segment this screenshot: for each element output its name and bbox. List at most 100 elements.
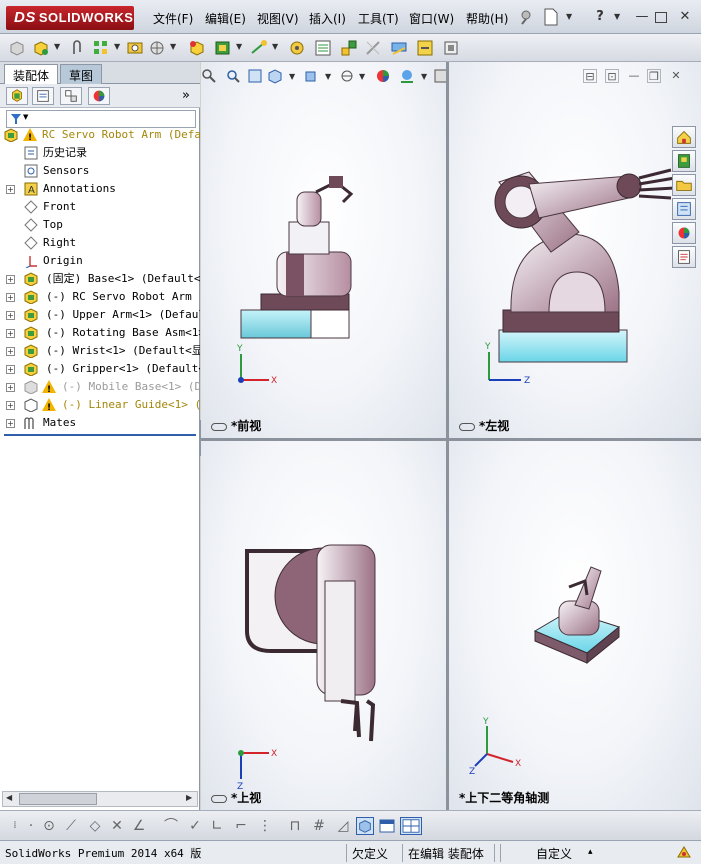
chevron-down-icon[interactable]: ▼ — [236, 42, 242, 51]
tree-item-origin[interactable]: Origin — [0, 252, 200, 270]
tree-item-linear-guide[interactable]: + (-) Linear Guide<1> (De — [0, 396, 200, 414]
previous-view-icon[interactable] — [247, 68, 263, 84]
expand-icon[interactable]: + — [6, 419, 15, 428]
chevron-down-icon[interactable]: ▼ — [421, 72, 427, 81]
new-document-icon[interactable] — [544, 8, 558, 26]
viewport-top[interactable]: Z X *上视 — [201, 441, 446, 810]
tree-item-upper-arm[interactable]: + (-) Upper Arm<1> (Default< — [0, 306, 200, 324]
restore-viewport-button[interactable]: ❐ — [647, 69, 661, 83]
link-views-icon[interactable]: ⊟ — [583, 69, 597, 83]
expand-icon[interactable]: + — [6, 383, 15, 392]
menu-window[interactable]: 窗口(W) — [409, 10, 454, 27]
check-icon[interactable]: ✓ — [186, 817, 204, 835]
expand-icon[interactable]: + — [6, 185, 15, 194]
rollback-bar[interactable] — [4, 434, 196, 436]
corner-icon[interactable]: ∟ — [208, 817, 226, 835]
display-manager-icon[interactable] — [88, 87, 110, 105]
horizontal-scrollbar[interactable]: ◀ ▶ — [2, 791, 198, 807]
expand-icon[interactable]: + — [6, 347, 15, 356]
viewport-front[interactable]: ▼ ▼ ▼ ▼ Y X *前视 — [201, 62, 446, 438]
exploded-view-icon[interactable] — [340, 39, 358, 57]
insert-component-icon[interactable] — [32, 39, 50, 57]
four-view-layout-icon[interactable] — [400, 817, 422, 835]
chevron-down-icon[interactable]: ▼ — [289, 72, 295, 81]
grid-icon[interactable]: # — [310, 817, 328, 835]
close-viewport-button[interactable]: ✕ — [669, 69, 683, 83]
tree-item-annotations[interactable]: + A Annotations — [0, 180, 200, 198]
smart-dimension-icon[interactable]: ⊓ — [286, 817, 304, 835]
tree-item-top[interactable]: Top — [0, 216, 200, 234]
clearance-verification-icon[interactable] — [416, 39, 434, 57]
expand-icon[interactable]: + — [6, 365, 15, 374]
new-motion-study-icon[interactable] — [288, 39, 306, 57]
link-views-icon[interactable] — [211, 422, 227, 431]
explode-line-sketch-icon[interactable] — [364, 39, 382, 57]
more-tabs-icon[interactable]: » — [182, 88, 190, 103]
status-units[interactable]: 自定义 — [536, 845, 572, 862]
tree-item-rotating-base[interactable]: + (-) Rotating Base Asm<1> ( — [0, 324, 200, 342]
menu-help[interactable]: 帮助(H) — [466, 10, 508, 27]
angle-icon[interactable]: ∠ — [130, 817, 148, 835]
configuration-manager-icon[interactable] — [60, 87, 82, 105]
chevron-down-icon[interactable]: ▼ — [23, 113, 28, 121]
slope-icon[interactable]: ◿ — [334, 817, 352, 835]
menu-tools[interactable]: 工具(T) — [358, 10, 399, 27]
units-arrow-icon[interactable]: ▴ — [588, 847, 593, 857]
chevron-down-icon[interactable]: ▼ — [325, 72, 331, 81]
filter-icon[interactable] — [10, 113, 22, 125]
tree-item-rc-servo[interactable]: + (-) RC Servo Robot Arm - A — [0, 288, 200, 306]
trim-icon[interactable]: ✕ — [108, 817, 126, 835]
assembly-features-icon[interactable] — [214, 39, 232, 57]
scroll-thumb[interactable] — [19, 793, 97, 805]
feature-manager-icon[interactable] — [6, 87, 28, 105]
show-hidden-icon[interactable] — [188, 39, 206, 57]
point-icon[interactable]: · — [22, 817, 40, 835]
chevron-down-icon[interactable]: ▼ — [272, 42, 278, 51]
tree-item-right[interactable]: Right — [0, 234, 200, 252]
solidworks-logo[interactable]: DS SOLIDWORKS — [6, 6, 134, 30]
home-icon[interactable] — [672, 126, 696, 148]
zoom-area-icon[interactable] — [225, 68, 241, 84]
tree-item-gripper[interactable]: + (-) Gripper<1> (Default<显 — [0, 360, 200, 378]
design-library-icon[interactable] — [672, 150, 696, 172]
custom-properties-icon[interactable] — [672, 246, 696, 268]
close-button[interactable]: ✕ — [677, 9, 693, 25]
tree-item-front[interactable]: Front — [0, 198, 200, 216]
reference-geometry-icon[interactable] — [250, 39, 268, 57]
rebuild-icon[interactable] — [676, 845, 692, 861]
component-icon[interactable] — [8, 39, 26, 57]
expand-icon[interactable]: + — [6, 275, 15, 284]
minimize-button[interactable]: — — [634, 9, 650, 25]
isometric-view-icon[interactable] — [356, 817, 374, 835]
tree-item-mobile-base[interactable]: + (-) Mobile Base<1> (Def — [0, 378, 200, 396]
view-orientation-icon[interactable] — [303, 68, 319, 84]
tree-item-mates[interactable]: + Mates — [0, 414, 200, 432]
chevron-down-icon[interactable]: ▼ — [170, 42, 176, 51]
appearances-icon[interactable] — [672, 222, 696, 244]
chevron-down-icon[interactable]: ▼ — [614, 12, 620, 21]
tree-item-sensors[interactable]: Sensors — [0, 162, 200, 180]
tab-assembly[interactable]: 装配体 — [4, 64, 59, 84]
menu-insert[interactable]: 插入(I) — [309, 10, 346, 27]
file-explorer-icon[interactable] — [672, 174, 696, 196]
expand-icon[interactable]: + — [6, 311, 15, 320]
interference-detection-icon[interactable] — [390, 39, 408, 57]
chevron-down-icon[interactable]: ▼ — [359, 72, 365, 81]
vertical-icon[interactable]: ⌐ — [232, 817, 250, 835]
menu-file[interactable]: 文件(F) — [153, 10, 193, 27]
scroll-left-icon[interactable]: ◀ — [6, 793, 12, 802]
scroll-right-icon[interactable]: ▶ — [186, 793, 192, 802]
help-icon[interactable]: ? — [592, 9, 608, 25]
polygon-icon[interactable]: ◇ — [86, 817, 104, 835]
curve-icon[interactable]: ⌒ — [162, 817, 180, 835]
circle-icon[interactable]: ⊙ — [40, 817, 58, 835]
menu-view[interactable]: 视图(V) — [257, 10, 299, 27]
chevron-down-icon[interactable]: ▼ — [54, 42, 60, 51]
viewport-left[interactable]: ⊟ ⊡ — ❐ ✕ Y Z *左视 — [449, 62, 701, 438]
smart-fasteners-icon[interactable] — [126, 39, 144, 57]
minimize-viewport-button[interactable]: — — [627, 69, 641, 83]
expand-icon[interactable]: + — [6, 329, 15, 338]
viewport-isometric[interactable]: Y X Z *上下二等角轴测 — [449, 441, 701, 810]
restore-button[interactable] — [655, 12, 667, 23]
bill-of-materials-icon[interactable] — [314, 39, 332, 57]
